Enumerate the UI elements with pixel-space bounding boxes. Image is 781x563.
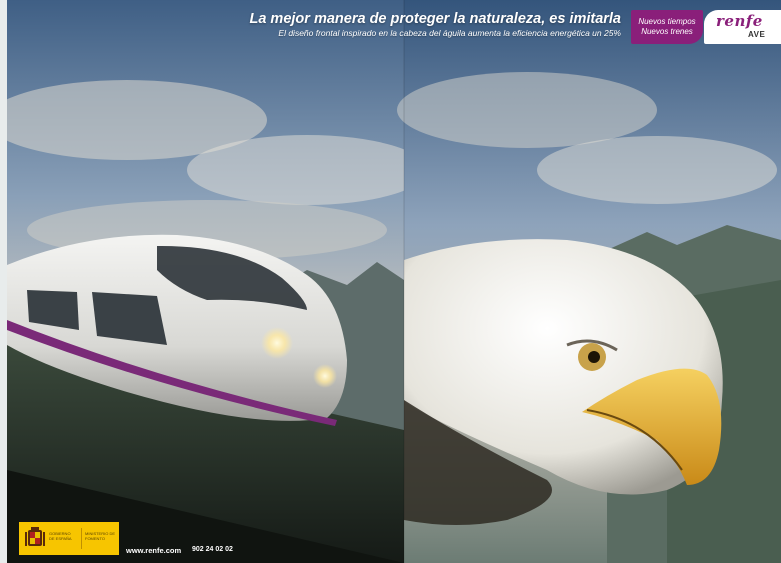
logo-brand: renfe	[716, 12, 763, 30]
ad-scene	[7, 0, 781, 563]
slogan-badge: Nuevos tiempos Nuevos trenes	[631, 10, 703, 44]
badge-line-2: Nuevos trenes	[641, 27, 693, 36]
government-logo: GOBIERNO DE ESPAÑA MINISTERIO DE FOMENTO	[19, 522, 119, 555]
subheadline: El diseño frontal inspirado en la cabeza…	[278, 28, 621, 38]
website-link[interactable]: www.renfe.com	[126, 546, 181, 555]
renfe-logo: renfe AVE	[704, 10, 781, 44]
phone-number: 902 24 02 02	[192, 546, 233, 553]
gov-label-left: GOBIERNO DE ESPAÑA	[49, 531, 72, 541]
badge-line-1: Nuevos tiempos	[638, 17, 696, 26]
headline-block: La mejor manera de proteger la naturalez…	[249, 11, 621, 38]
gov-divider	[81, 528, 82, 549]
headline: La mejor manera de proteger la naturalez…	[249, 11, 621, 27]
gov-label-right: MINISTERIO DE FOMENTO	[85, 531, 116, 541]
logo-sub: AVE	[748, 30, 766, 39]
advertisement: La mejor manera de proteger la naturalez…	[7, 0, 781, 563]
coat-of-arms-icon	[25, 527, 45, 546]
